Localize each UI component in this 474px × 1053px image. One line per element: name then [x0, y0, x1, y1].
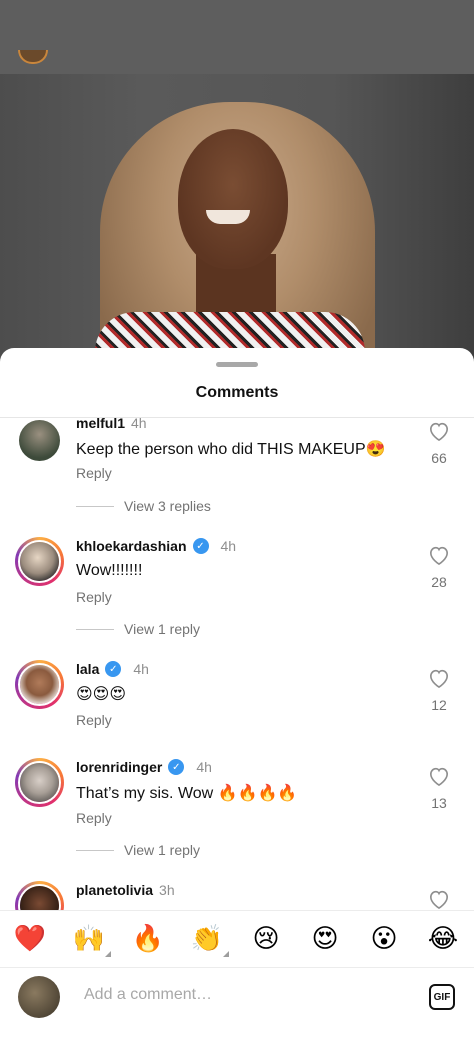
- comment-time: 4h: [220, 538, 237, 554]
- comment-username[interactable]: lala: [76, 661, 99, 677]
- divider: [76, 849, 114, 851]
- photo-face: [178, 129, 288, 269]
- reply-button[interactable]: Reply: [76, 589, 112, 605]
- comment-username[interactable]: planetolivia: [76, 882, 153, 898]
- surprised-emoji-button[interactable]: 😮: [366, 921, 402, 957]
- verified-badge-icon: ✓: [105, 661, 122, 677]
- reply-button[interactable]: Reply: [76, 465, 112, 481]
- emoji-reaction-bar: ❤️ 🙌 🔥 👏 😢 😍 😮 😂: [0, 910, 474, 966]
- view-replies-button[interactable]: View 1 reply: [76, 842, 200, 858]
- comment-text: Wow!!!!!!!: [76, 562, 143, 579]
- skin-tone-indicator-icon: [223, 951, 229, 957]
- avatar[interactable]: [15, 758, 64, 807]
- avatar[interactable]: [15, 660, 64, 709]
- heart-emoji-button[interactable]: ❤️: [12, 921, 48, 957]
- view-replies-button[interactable]: View 1 reply: [76, 621, 200, 637]
- clapping-emoji-button[interactable]: 👏: [189, 921, 229, 957]
- like-button[interactable]: 12: [426, 668, 452, 713]
- heart-outline-icon: [429, 422, 449, 442]
- like-button[interactable]: [426, 889, 452, 910]
- like-count: 13: [431, 795, 447, 811]
- comments-list[interactable]: melful1 4h Keep the person who did THIS …: [0, 418, 474, 910]
- avatar: [18, 976, 60, 1018]
- comment-time: 4h: [196, 759, 212, 775]
- view-replies-label: View 3 replies: [124, 498, 211, 514]
- like-button[interactable]: 28: [426, 545, 452, 590]
- like-count: 12: [431, 697, 447, 713]
- like-button[interactable]: 66: [426, 421, 452, 466]
- fire-emoji-button[interactable]: 🔥: [130, 921, 166, 957]
- like-count: 28: [431, 574, 447, 590]
- comments-sheet: Comments melful1 4h Keep the person who …: [0, 348, 474, 1053]
- heart-outline-icon: [429, 546, 449, 566]
- divider: [76, 505, 114, 507]
- crying-emoji-button[interactable]: 😢: [248, 921, 284, 957]
- comment-username[interactable]: melful1: [76, 418, 125, 431]
- view-replies-label: View 1 reply: [124, 842, 201, 858]
- laughing-emoji-button[interactable]: 😂: [425, 921, 461, 957]
- heart-outline-icon: [429, 669, 449, 689]
- avatar[interactable]: [15, 881, 64, 910]
- post-author-avatar[interactable]: [18, 50, 48, 64]
- comment-text: That’s my sis. Wow 🔥🔥🔥🔥: [76, 785, 298, 802]
- like-button[interactable]: 13: [426, 766, 452, 811]
- comment-input[interactable]: Add a comment…: [84, 986, 212, 1004]
- view-replies-label: View 1 reply: [124, 621, 201, 637]
- avatar[interactable]: [15, 418, 64, 465]
- heart-outline-icon: [429, 767, 449, 787]
- comment-username[interactable]: khloekardashian: [76, 538, 187, 554]
- like-count: 66: [431, 450, 447, 466]
- comment-text: Keep the person who did THIS MAKEUP😍: [76, 441, 386, 458]
- verified-badge-icon: ✓: [168, 759, 185, 775]
- comment-time: 4h: [131, 418, 147, 431]
- avatar[interactable]: [15, 537, 64, 586]
- heart-outline-icon: [429, 890, 449, 910]
- comment-composer: Add a comment… GIF: [0, 967, 474, 1053]
- raising-hands-emoji: 🙌: [72, 924, 106, 954]
- skin-tone-indicator-icon: [105, 951, 111, 957]
- comment-time: 3h: [159, 882, 175, 898]
- reply-button[interactable]: Reply: [76, 810, 112, 826]
- sheet-title: Comments: [195, 384, 279, 401]
- reply-button[interactable]: Reply: [76, 712, 112, 728]
- verified-badge-icon: ✓: [192, 538, 209, 554]
- post-photo[interactable]: [0, 74, 474, 364]
- comment-time: 4h: [133, 661, 149, 677]
- clapping-emoji: 👏: [190, 924, 224, 954]
- gif-button[interactable]: GIF: [429, 984, 455, 1010]
- post-header-backdrop: [0, 0, 474, 74]
- view-replies-button[interactable]: View 3 replies: [76, 498, 211, 514]
- divider: [76, 628, 114, 630]
- raising-hands-emoji-button[interactable]: 🙌: [71, 921, 111, 957]
- comment-text: 😍😍😍: [76, 684, 127, 703]
- heart-eyes-emoji-button[interactable]: 😍: [307, 921, 343, 957]
- drag-handle[interactable]: [216, 362, 258, 367]
- comment-username[interactable]: lorenridinger: [76, 759, 162, 775]
